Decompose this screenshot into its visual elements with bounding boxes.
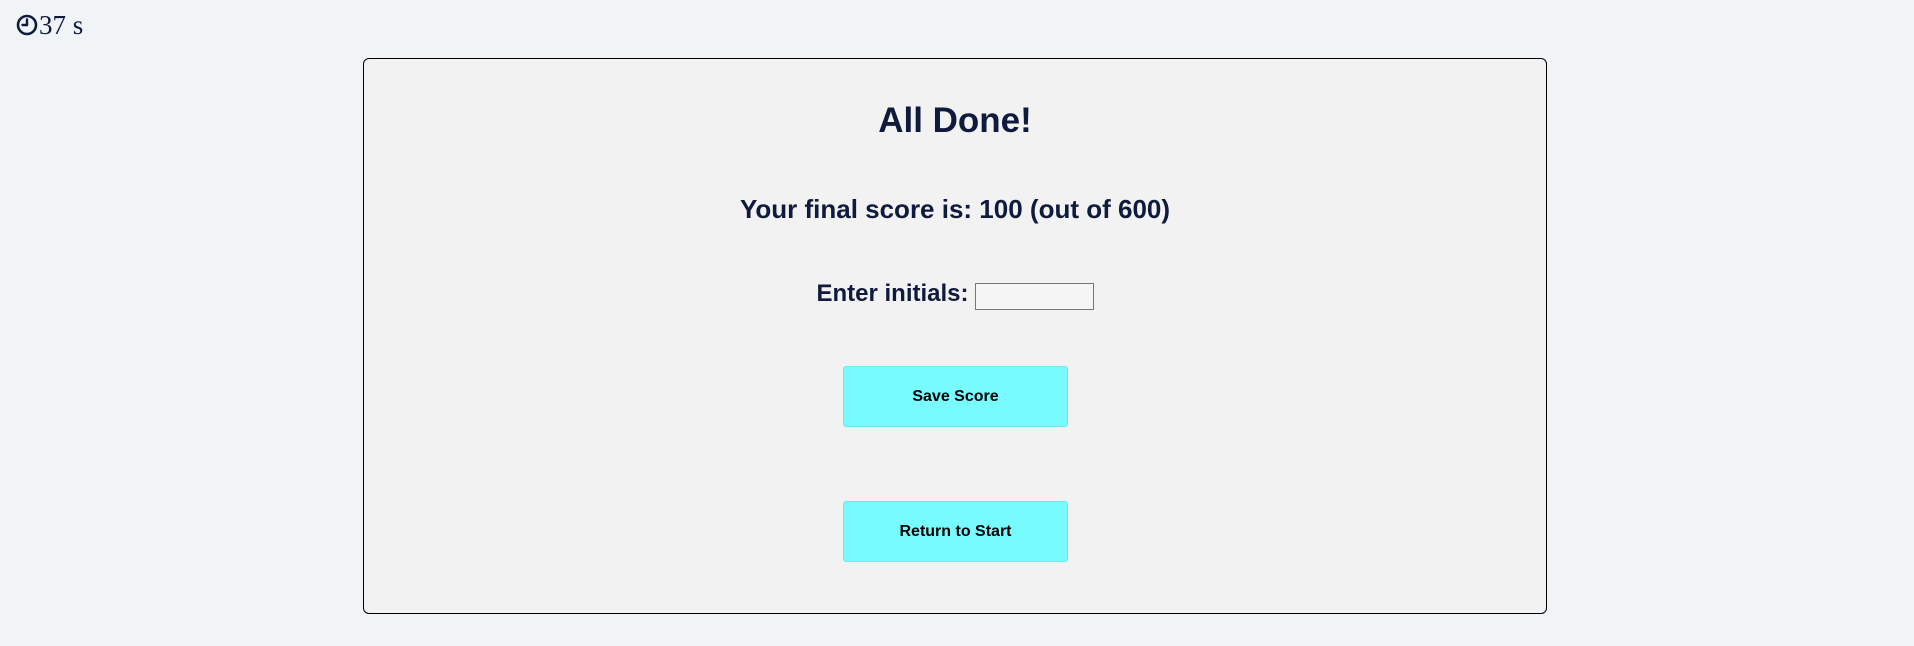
timer-value: 37 s [39, 10, 84, 40]
initials-row: Enter initials: [364, 277, 1546, 310]
page-title: All Done! [878, 101, 1032, 140]
results-card: All Done! Your final score is: 100 (out … [363, 58, 1547, 614]
clock-icon [16, 14, 39, 36]
timer: 37 s [16, 8, 83, 42]
initials-label: Enter initials: [816, 279, 969, 307]
final-score-text: Your final score is: 100 (out of 600) [739, 194, 1171, 224]
save-score-button[interactable]: Save Score [843, 366, 1068, 427]
return-to-start-button[interactable]: Return to Start [843, 501, 1068, 562]
initials-input[interactable] [974, 283, 1094, 310]
